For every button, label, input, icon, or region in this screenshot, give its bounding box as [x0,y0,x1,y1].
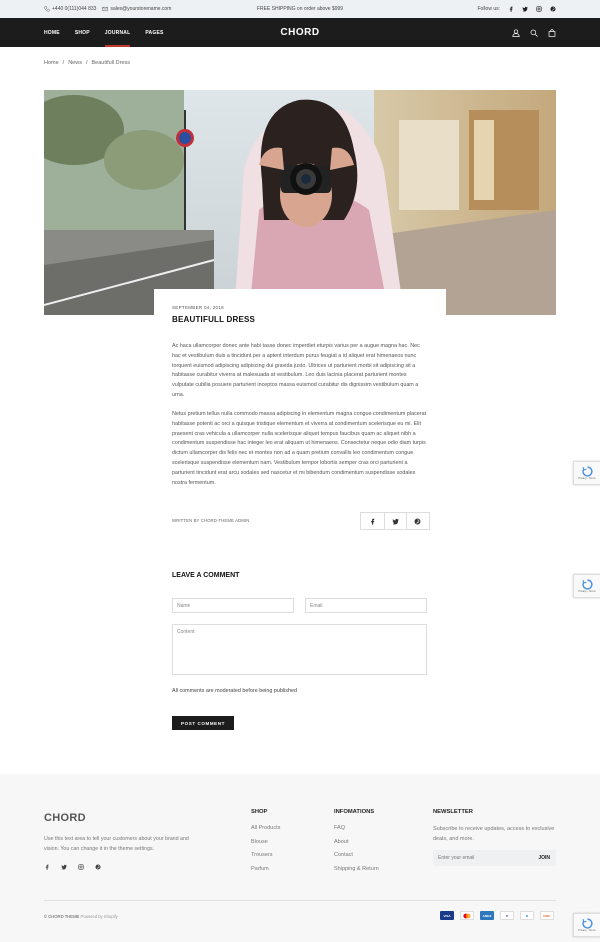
top-bar: +440 0(111)044 833 sales@yourstorename.c… [0,0,600,18]
footer-link[interactable]: Shipping & Return [334,866,379,872]
main-nav: HOME SHOP JOURNAL PAGES CHORD [0,18,600,47]
breadcrumb-home[interactable]: Home [44,60,59,66]
recaptcha-icon [581,579,593,590]
share-twitter-button[interactable] [383,513,407,529]
breadcrumb-separator: / [85,60,88,66]
facebook-icon[interactable] [508,6,514,12]
post-comment-button[interactable]: POST COMMENT [172,716,234,730]
visa-icon: VISA [440,911,454,920]
newsletter-join-button[interactable]: JOIN [538,855,550,861]
footer-description: Use this text area to tell your customer… [44,836,189,852]
breadcrumb: Home / News / Beautifull Dress [44,60,130,66]
follow-label: Follow us: [477,6,500,12]
recaptcha-label: Privacy - Terms [578,590,596,593]
footer-link[interactable]: Parfum [251,866,280,872]
share-pinterest-button[interactable] [406,513,429,529]
discover-icon: DISC [540,911,554,920]
account-icon[interactable] [512,28,520,37]
newsletter-form: Enter your email JOIN [433,850,556,866]
recaptcha-badge[interactable]: Privacy - Terms [573,913,600,937]
moderation-note: All comments are moderated before being … [172,688,297,694]
breadcrumb-news[interactable]: News [68,60,82,66]
cart-icon[interactable] [548,28,556,37]
twitter-icon[interactable] [522,6,528,12]
newsletter-email-input[interactable]: Enter your email [438,855,474,861]
footer-link[interactable]: Contact [334,852,379,858]
footer-link[interactable]: FAQ [334,825,379,831]
instagram-icon[interactable] [536,6,542,12]
paypal-icon: P [500,911,514,920]
breadcrumb-separator: / [62,60,65,66]
facebook-icon [370,518,374,525]
post-date: SEPTEMBER 04, 2018 [172,305,224,310]
recaptcha-label: Privacy - Terms [578,477,596,480]
footer-logo[interactable]: CHORD [44,812,86,824]
footer-link[interactable]: Trousers [251,852,280,858]
twitter-icon [392,518,399,524]
site-logo[interactable]: CHORD [0,18,600,47]
footer-link[interactable]: All Products [251,825,280,831]
payment-icons: VISA AMEX P D DISC [440,911,554,920]
powered-by[interactable]: Powered by Shopify [81,914,118,919]
recaptcha-icon [581,466,593,477]
footer-newsletter-heading: NEWSLETTER [433,809,473,815]
amex-icon: AMEX [480,911,494,920]
footer-shop-heading: SHOP [251,809,268,815]
search-icon[interactable] [530,29,538,37]
post-paragraph: Netus pretium tellus nulla commodo massa… [172,411,427,486]
pinterest-icon[interactable] [95,864,101,870]
recaptcha-badge[interactable]: Privacy - Terms [573,461,600,485]
footer-link[interactable]: Blouse [251,839,280,845]
content-textarea[interactable]: Content [172,624,427,675]
breadcrumb-current: Beautifull Dress [91,60,131,66]
share-buttons [360,512,430,530]
facebook-icon[interactable] [44,864,50,870]
instagram-icon[interactable] [78,864,84,870]
recaptcha-badge[interactable]: Privacy - Terms [573,574,600,598]
comment-section-title: LEAVE A COMMENT [172,572,240,579]
newsletter-text: Subscribe to receive updates, access to … [433,826,555,842]
post-header-card: SEPTEMBER 04, 2018 BEAUTIFULL DRESS [154,289,446,324]
share-facebook-button[interactable] [361,513,384,529]
footer-newsletter-column: NEWSLETTER Subscribe to receive updates,… [433,809,556,844]
footer-info-heading: INFOMATIONS [334,809,375,815]
copyright-text: © CHORD THEME [44,914,80,919]
footer-shop-column: SHOP All Products Blouse Trousers Parfum [251,809,280,879]
footer-link[interactable]: About [334,839,379,845]
email-input[interactable]: Email [305,598,427,613]
mastercard-icon [460,911,474,920]
pinterest-icon [414,518,421,524]
recaptcha-icon [581,918,593,929]
recaptcha-label: Privacy - Terms [578,929,596,932]
pinterest-icon[interactable] [550,6,556,12]
footer-social [44,864,101,870]
twitter-icon[interactable] [61,864,67,870]
name-input[interactable]: Name [172,598,294,613]
copyright: © CHORD THEME Powered by Shopify [44,914,118,919]
post-author: WRITTEN BY CHORD-THEME ADMIN [172,518,250,523]
post-paragraph: Ac haca ullamcorper donec ante habi tass… [172,343,420,398]
post-title: BEAUTIFULL DRESS [172,315,256,324]
post-hero-image [44,90,556,315]
diners-icon: D [520,911,534,920]
footer-divider [44,900,556,901]
footer-info-column: INFOMATIONS FAQ About Contact Shipping &… [334,809,379,879]
